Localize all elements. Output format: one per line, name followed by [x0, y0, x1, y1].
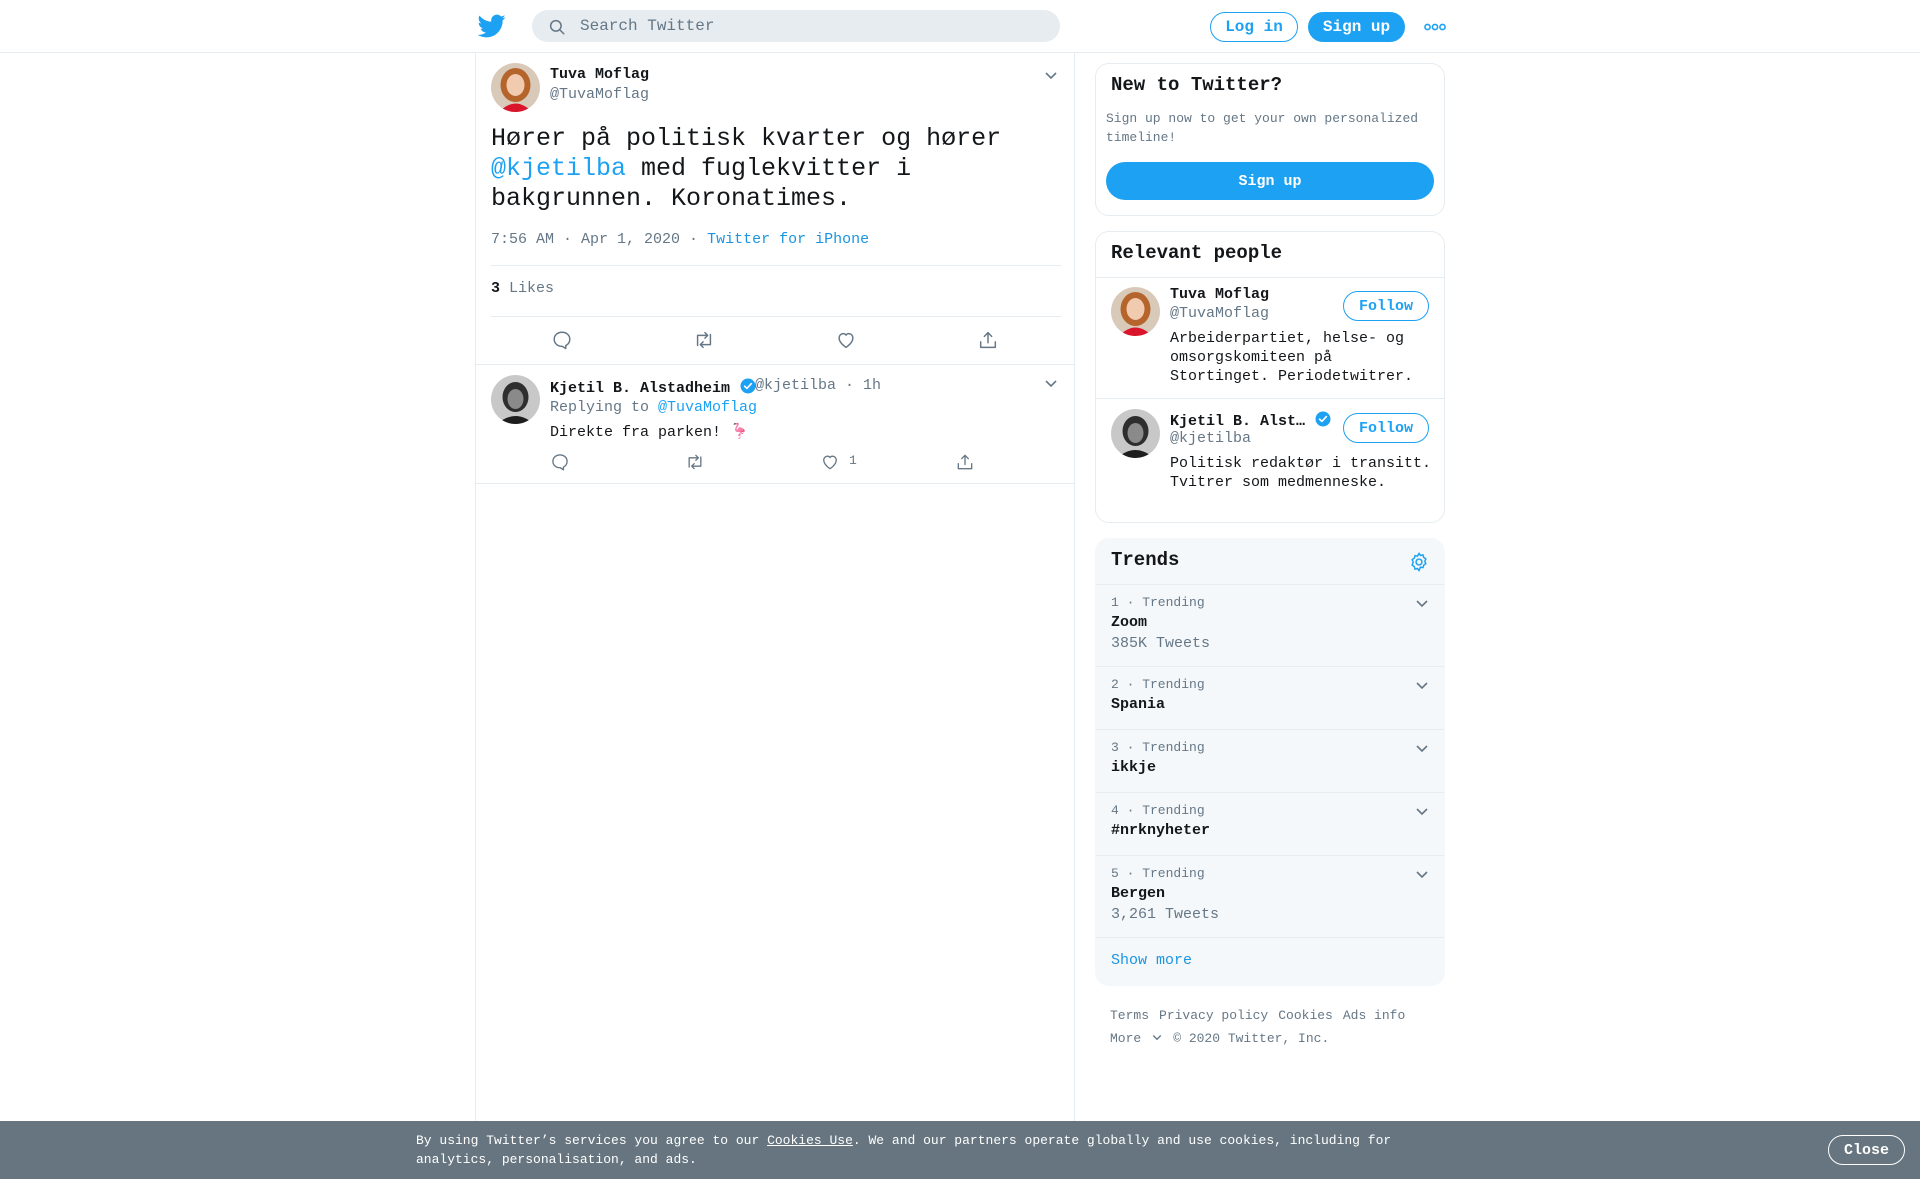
chevron-down-icon[interactable]: [1043, 375, 1059, 391]
divider: [476, 364, 1074, 365]
chevron-down-icon[interactable]: [1414, 677, 1430, 693]
person-bio: Arbeiderpartiet, helse- og omsorgskomite…: [1170, 330, 1414, 385]
trend-name[interactable]: Bergen: [1111, 885, 1165, 902]
chevron-down-icon[interactable]: [1414, 866, 1430, 882]
tweet-author-name[interactable]: Tuva Moflag: [550, 66, 649, 83]
card-title: Relevant people: [1111, 242, 1283, 264]
divider: [1096, 584, 1444, 585]
avatar[interactable]: [1111, 287, 1160, 336]
person-name[interactable]: Tuva Moflag: [1170, 286, 1269, 303]
cookies-use-link[interactable]: Cookies Use: [767, 1133, 853, 1148]
chevron-down-icon[interactable]: [1414, 803, 1430, 819]
divider: [476, 483, 1074, 484]
search-input[interactable]: [580, 10, 1040, 42]
like-heart-icon[interactable]: [835, 329, 857, 351]
divider: [1096, 666, 1444, 667]
footer-link-privacy[interactable]: Privacy policy: [1159, 1008, 1268, 1023]
trend-count: 385K Tweets: [1111, 635, 1211, 652]
divider: [1096, 855, 1444, 856]
tweet-timestamp[interactable]: 7:56 AM · Apr 1, 2020: [491, 231, 680, 248]
chevron-down-icon: [1152, 1035, 1162, 1041]
login-button[interactable]: Log in: [1210, 12, 1298, 42]
trends-card: Trends 1 · Trending Zoom 385K Tweets 2 ·…: [1095, 538, 1445, 986]
card-title: Trends: [1111, 549, 1180, 571]
chevron-down-icon[interactable]: [1414, 740, 1430, 756]
replying-to-link[interactable]: @TuvaMoflag: [658, 399, 757, 416]
chevron-down-icon[interactable]: [1414, 595, 1430, 611]
avatar[interactable]: [1111, 409, 1160, 458]
person-name[interactable]: Kjetil B. Alst…: [1170, 410, 1332, 430]
trend-meta: 5 · Trending: [1111, 866, 1205, 881]
retweet-icon[interactable]: [693, 329, 715, 351]
relevant-people-card: Relevant people Tuva Moflag @TuvaMoflag …: [1095, 231, 1445, 523]
twitter-bird-icon[interactable]: [477, 12, 507, 40]
trend-meta: 3 · Trending: [1111, 740, 1205, 755]
footer-link-terms[interactable]: Terms: [1110, 1008, 1149, 1023]
signup-button[interactable]: Sign up: [1308, 12, 1405, 42]
avatar[interactable]: [491, 63, 540, 112]
footer-more-menu[interactable]: More: [1110, 1031, 1163, 1046]
show-more-link[interactable]: Show more: [1111, 952, 1192, 969]
likes-count[interactable]: 3 Likes: [491, 280, 554, 297]
signup-description: Sign up now to get your own personalized…: [1106, 111, 1419, 145]
cookie-notice-text: By using Twitter’s services you agree to…: [416, 1133, 1392, 1167]
share-icon[interactable]: [977, 329, 999, 351]
new-to-twitter-card: New to Twitter? Sign up now to get your …: [1095, 63, 1445, 216]
reply-icon[interactable]: [550, 452, 570, 472]
divider: [1096, 277, 1444, 278]
trend-name[interactable]: #nrknyheter: [1111, 822, 1210, 839]
divider: [1096, 937, 1444, 938]
trend-count: 3,261 Tweets: [1111, 906, 1220, 923]
more-options-icon[interactable]: [1424, 22, 1446, 32]
signup-button[interactable]: Sign up: [1106, 162, 1434, 200]
trend-name[interactable]: Zoom: [1111, 614, 1147, 631]
divider: [1096, 792, 1444, 793]
close-cookie-button[interactable]: Close: [1828, 1135, 1905, 1165]
verified-badge-icon: [1315, 411, 1331, 427]
person-handle[interactable]: @kjetilba: [1170, 430, 1251, 447]
top-navigation-bar: Log in Sign up: [0, 0, 1920, 53]
reply-author-handle[interactable]: @kjetilba · 1h: [755, 377, 881, 394]
follow-button[interactable]: Follow: [1343, 291, 1429, 321]
tweet-author-handle[interactable]: @TuvaMoflag: [550, 86, 649, 103]
reply-text: Direkte fra parken! 🦩: [550, 424, 749, 441]
tweet-source-link[interactable]: Twitter for iPhone: [707, 231, 869, 248]
divider: [1096, 729, 1444, 730]
mention-link[interactable]: @kjetilba: [491, 154, 626, 183]
person-bio: Politisk redaktør i transitt. Tvitrer so…: [1170, 455, 1432, 491]
replying-to-line: Replying to @TuvaMoflag: [550, 399, 758, 416]
follow-button[interactable]: Follow: [1343, 413, 1429, 443]
trend-name[interactable]: Spania: [1111, 696, 1165, 713]
search-icon: [549, 19, 565, 35]
like-heart-icon[interactable]: [820, 452, 840, 472]
tweet-text: Hører på politisk kvarter og hører @kjet…: [491, 124, 1002, 213]
trend-meta: 1 · Trending: [1111, 595, 1205, 610]
search-box[interactable]: [532, 10, 1060, 42]
share-icon[interactable]: [955, 452, 975, 472]
copyright: © 2020 Twitter, Inc.: [1173, 1031, 1330, 1046]
reply-time[interactable]: · 1h: [845, 377, 881, 394]
card-title: New to Twitter?: [1111, 74, 1283, 96]
footer-links: Terms Privacy policy Cookies Ads info More ©…: [1110, 1004, 1440, 1050]
trend-name[interactable]: ikkje: [1111, 759, 1156, 776]
retweet-icon[interactable]: [685, 452, 705, 472]
divider: [491, 316, 1061, 317]
trend-meta: 4 · Trending: [1111, 803, 1205, 818]
footer-link-cookies[interactable]: Cookies: [1278, 1008, 1333, 1023]
settings-gear-icon[interactable]: [1408, 551, 1430, 573]
like-count: 1: [849, 453, 857, 468]
avatar[interactable]: [491, 375, 540, 424]
main-column: Tuva Moflag @TuvaMoflag Hører på politis…: [475, 53, 1075, 1123]
reply-icon[interactable]: [551, 329, 573, 351]
divider: [491, 265, 1061, 266]
cookie-consent-bar: By using Twitter’s services you agree to…: [0, 1121, 1920, 1179]
tweet-meta: 7:56 AM · Apr 1, 2020 · Twitter for iPho…: [491, 231, 870, 248]
chevron-down-icon[interactable]: [1043, 67, 1059, 83]
reply-author-name[interactable]: Kjetil B. Alstadheim: [550, 377, 757, 397]
divider: [1096, 398, 1444, 399]
footer-link-ads-info[interactable]: Ads info: [1343, 1008, 1405, 1023]
trend-meta: 2 · Trending: [1111, 677, 1205, 692]
person-handle[interactable]: @TuvaMoflag: [1170, 305, 1269, 322]
